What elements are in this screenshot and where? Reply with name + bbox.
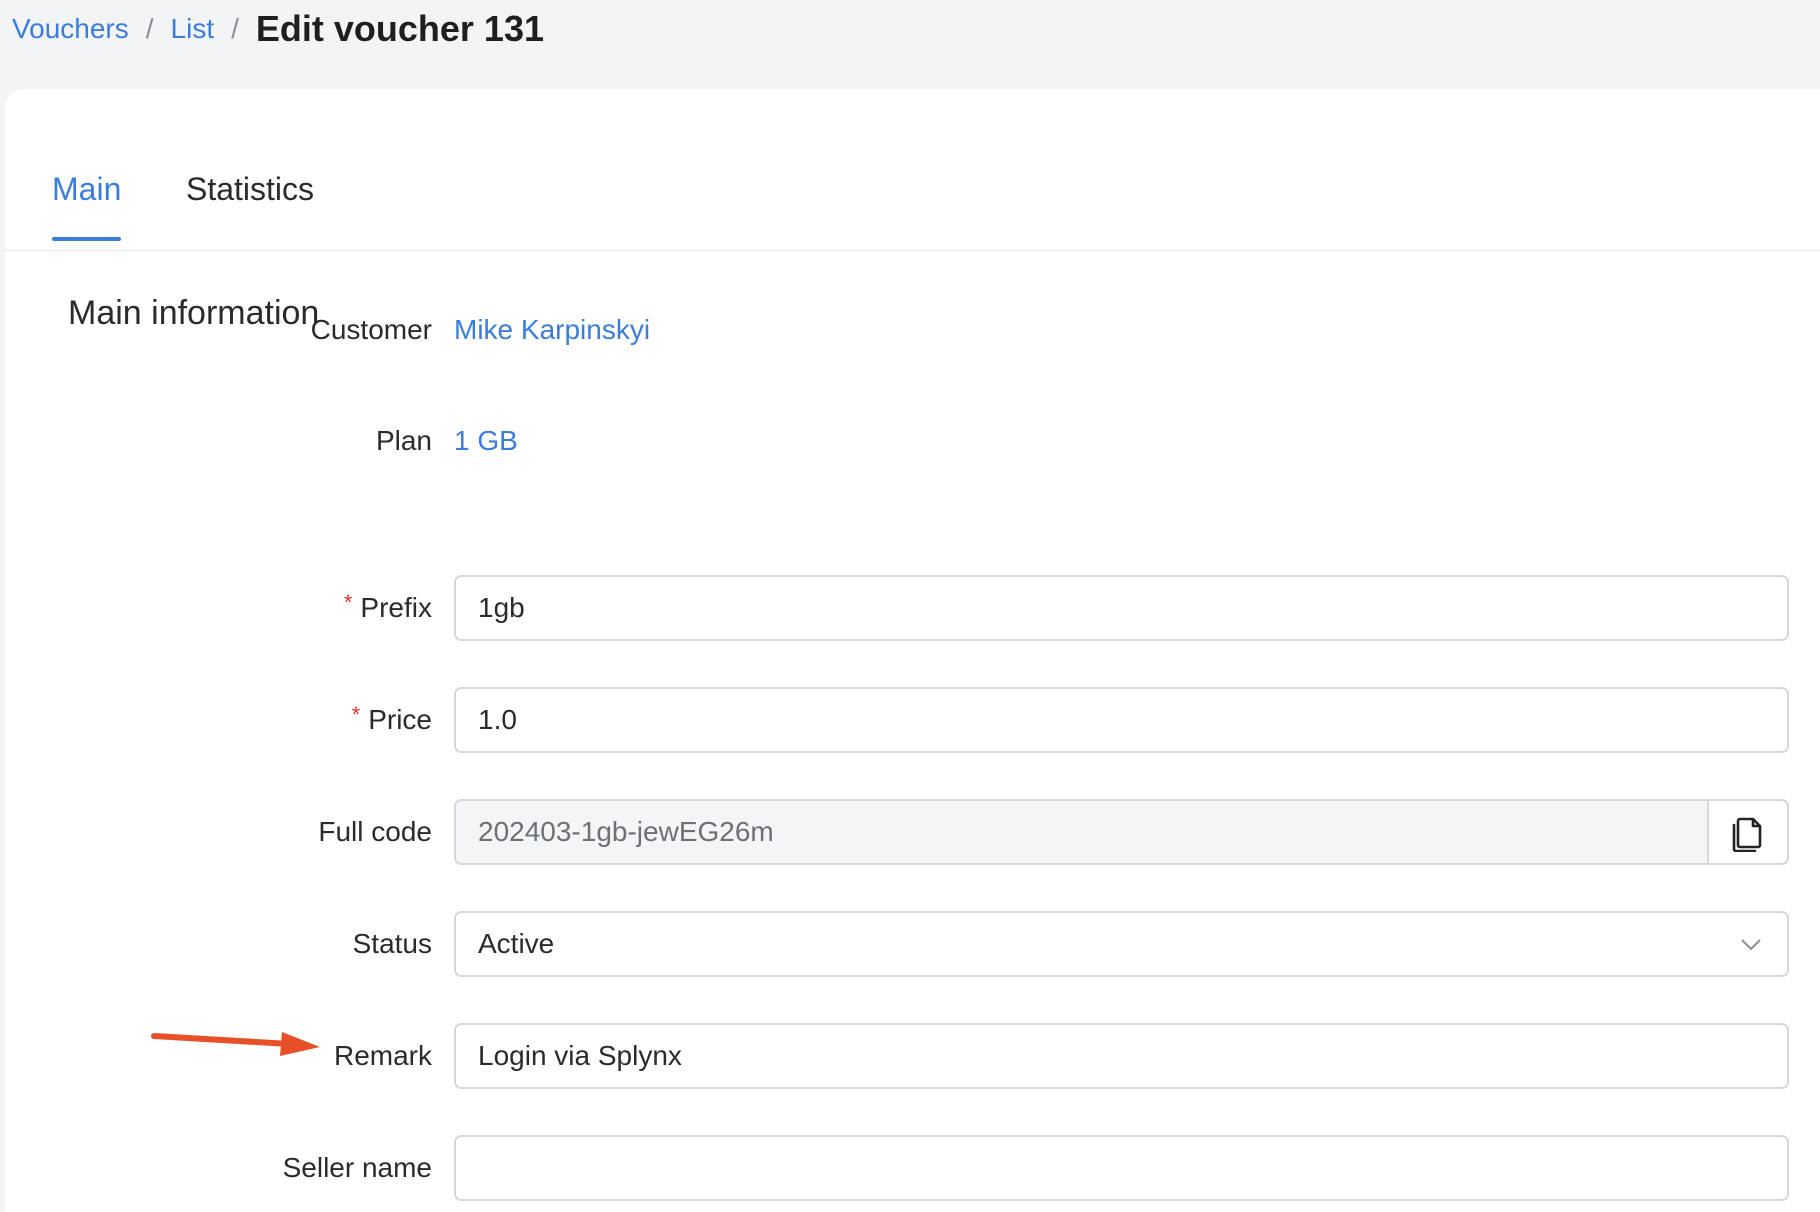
seller-name-label: Seller name bbox=[282, 1152, 432, 1183]
prefix-label-text: Prefix bbox=[360, 592, 432, 623]
full-code-input[interactable] bbox=[456, 801, 1787, 863]
seller-name-row: Seller name bbox=[5, 1135, 1820, 1201]
full-code-row: Full code bbox=[5, 799, 1820, 865]
prefix-field-wrapper bbox=[454, 575, 1789, 641]
customer-label: Customer bbox=[310, 314, 432, 345]
price-row: * Price bbox=[5, 687, 1820, 753]
prefix-input[interactable] bbox=[456, 577, 1787, 639]
copy-icon bbox=[1732, 817, 1762, 852]
tab-statistics[interactable]: Statistics bbox=[186, 171, 314, 208]
plan-row: Plan 1 GB bbox=[5, 408, 1820, 474]
full-code-label: Full code bbox=[318, 816, 432, 847]
plan-link[interactable]: 1 GB bbox=[454, 408, 518, 474]
customer-link[interactable]: Mike Karpinskyi bbox=[454, 297, 650, 363]
price-field-wrapper bbox=[454, 687, 1789, 753]
remark-field-wrapper bbox=[454, 1023, 1789, 1089]
customer-row: Customer Mike Karpinskyi bbox=[5, 297, 1820, 363]
status-select[interactable]: Active bbox=[454, 911, 1789, 977]
tab-bar: Main Statistics bbox=[5, 89, 1820, 251]
chevron-down-icon bbox=[1741, 939, 1761, 951]
status-selected-value: Active bbox=[478, 928, 555, 959]
tab-main[interactable]: Main bbox=[52, 171, 122, 241]
breadcrumb-list-link[interactable]: List bbox=[171, 13, 215, 45]
remark-label: Remark bbox=[333, 1040, 432, 1071]
full-code-field-wrapper bbox=[454, 799, 1789, 865]
price-input[interactable] bbox=[456, 689, 1787, 751]
status-row: Status Active bbox=[5, 911, 1820, 977]
breadcrumb: Vouchers / List / Edit voucher 131 bbox=[12, 0, 544, 58]
page-title: Edit voucher 131 bbox=[255, 8, 544, 49]
prefix-row: * Prefix bbox=[5, 575, 1820, 641]
price-label: * Price bbox=[352, 687, 432, 753]
copy-button[interactable] bbox=[1707, 801, 1787, 863]
status-label: Status bbox=[352, 928, 432, 959]
breadcrumb-separator: / bbox=[145, 13, 154, 44]
plan-label: Plan bbox=[375, 425, 432, 456]
required-asterisk: * bbox=[343, 590, 353, 615]
remark-input[interactable] bbox=[456, 1025, 1787, 1087]
prefix-label: * Prefix bbox=[344, 575, 432, 641]
price-label-text: Price bbox=[368, 704, 432, 735]
page: Vouchers / List / Edit voucher 131 Main … bbox=[0, 0, 1820, 1212]
seller-name-input[interactable] bbox=[456, 1137, 1787, 1199]
seller-name-field-wrapper bbox=[454, 1135, 1789, 1201]
breadcrumb-vouchers-link[interactable]: Vouchers bbox=[12, 13, 129, 45]
required-asterisk: * bbox=[351, 702, 361, 727]
breadcrumb-separator: / bbox=[231, 13, 239, 44]
arrow-right-icon bbox=[151, 1032, 320, 1056]
